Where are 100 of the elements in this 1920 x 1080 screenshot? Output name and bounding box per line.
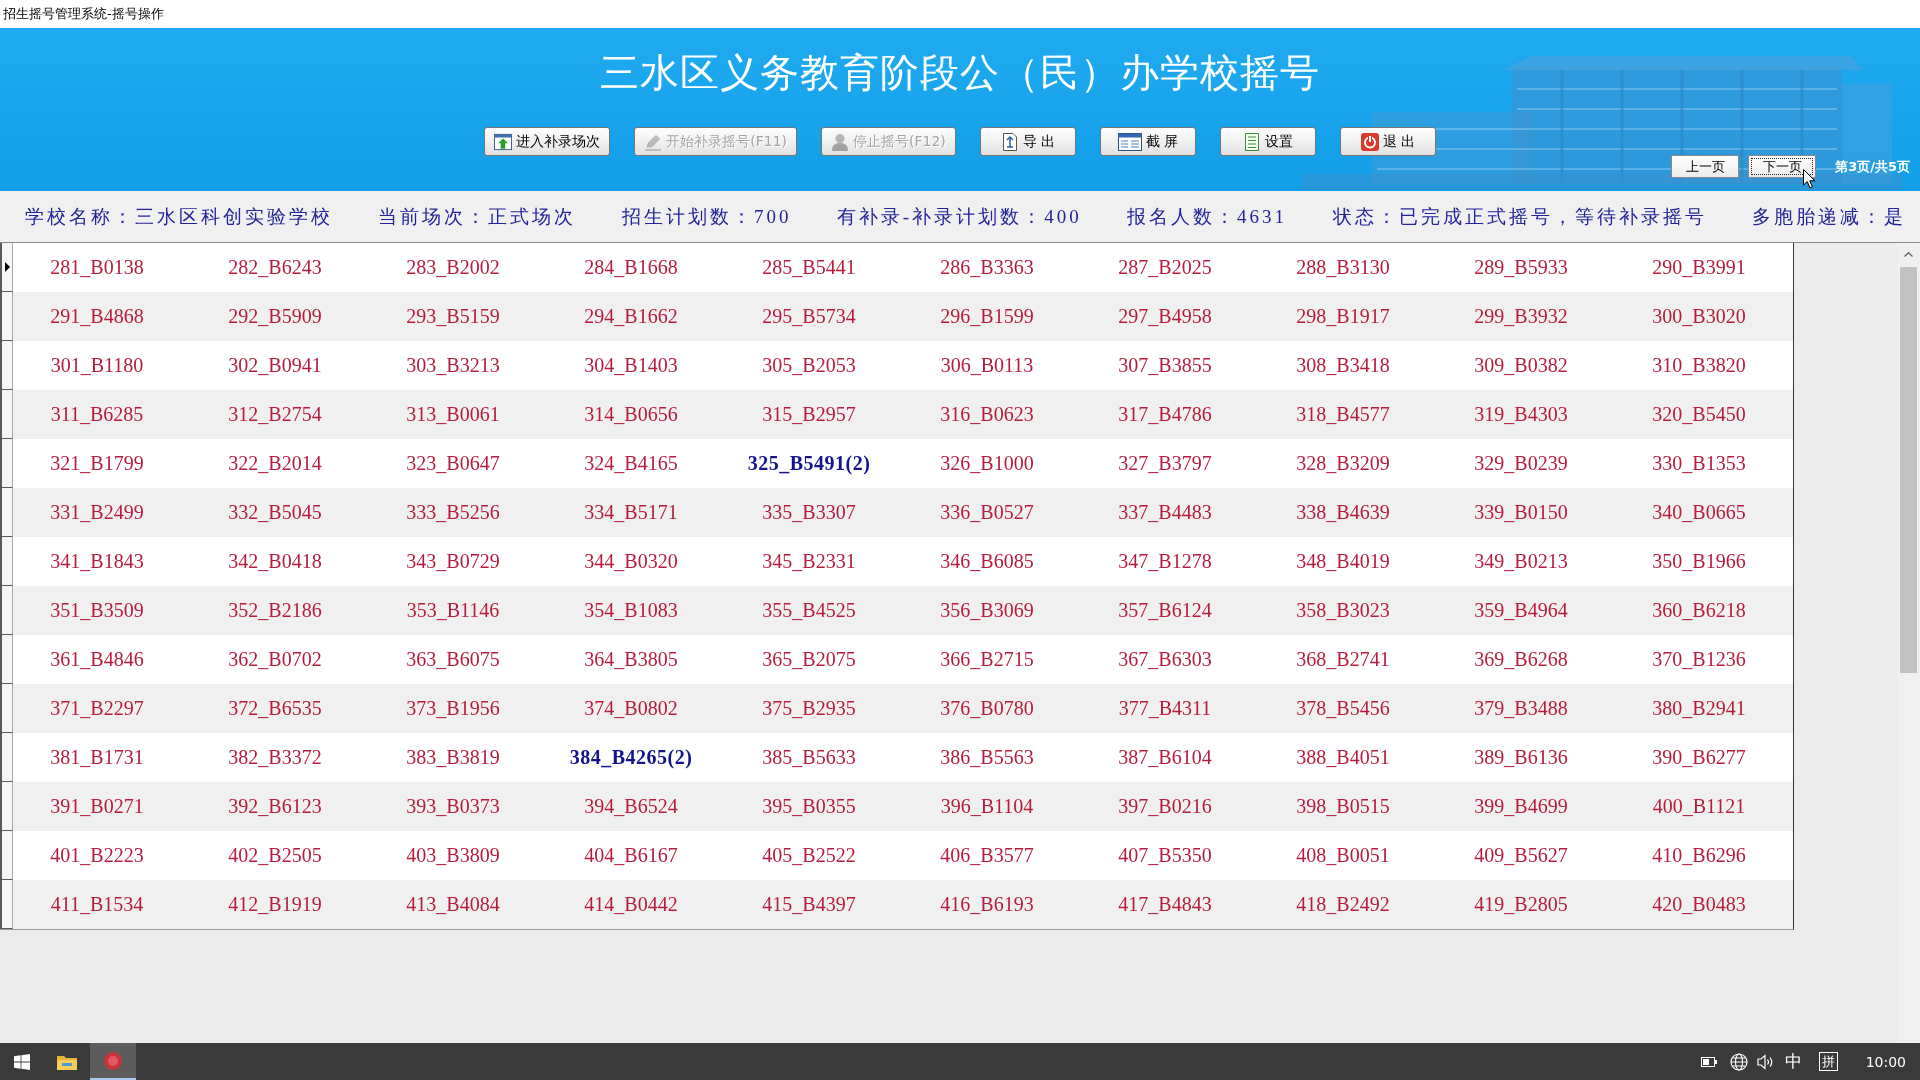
- lottery-number: 379_B3488: [1474, 697, 1568, 720]
- lottery-number: 362_B0702: [228, 648, 322, 671]
- row-header[interactable]: [0, 292, 13, 341]
- lottery-number: 320_B5450: [1652, 403, 1746, 426]
- export-button[interactable]: 导 出: [979, 127, 1076, 156]
- lottery-number: 364_B3805: [584, 648, 678, 671]
- lottery-number: 342_B0418: [228, 550, 322, 573]
- lottery-number: 302_B0941: [228, 354, 322, 377]
- row-header[interactable]: [0, 831, 13, 880]
- lottery-number: 402_B2505: [228, 844, 322, 867]
- lottery-number: 297_B4958: [1118, 305, 1212, 328]
- speaker-icon[interactable]: [1756, 1053, 1775, 1070]
- input-method-button[interactable]: 拼: [1818, 1052, 1838, 1071]
- row-header[interactable]: [0, 243, 13, 292]
- info-text: 报名人数：4631: [1127, 204, 1288, 229]
- lottery-number: 377_B4311: [1118, 697, 1212, 720]
- lottery-number: 385_B5633: [762, 746, 856, 769]
- lottery-number: 375_B2935: [762, 697, 856, 720]
- lottery-number: 345_B2331: [762, 550, 856, 573]
- lottery-number: 386_B5563: [940, 746, 1034, 769]
- lottery-number: 293_B5159: [406, 305, 500, 328]
- lottery-number: 286_B3363: [940, 256, 1034, 279]
- lottery-number: 295_B5734: [762, 305, 856, 328]
- lottery-number: 347_B1278: [1118, 550, 1212, 573]
- lottery-number: 314_B0656: [584, 403, 678, 426]
- lottery-number: 373_B1956: [406, 697, 500, 720]
- lottery-number: 407_B5350: [1118, 844, 1212, 867]
- lottery-number: 308_B3418: [1296, 354, 1390, 377]
- row-header[interactable]: [0, 586, 13, 635]
- lottery-number: 304_B1403: [584, 354, 678, 377]
- row-header[interactable]: [0, 537, 13, 586]
- lottery-number: 285_B5441: [762, 256, 856, 279]
- lottery-number: 292_B5909: [228, 305, 322, 328]
- lottery-number: 339_B0150: [1474, 501, 1568, 524]
- lottery-number: 307_B3855: [1118, 354, 1212, 377]
- lottery-number: 363_B6075: [406, 648, 500, 671]
- row-header[interactable]: [0, 390, 13, 439]
- clock-text[interactable]: 10:00: [1865, 1053, 1906, 1070]
- lottery-number: 387_B6104: [1118, 746, 1212, 769]
- lottery-number: 398_B0515: [1296, 795, 1390, 818]
- lottery-number: 332_B5045: [228, 501, 322, 524]
- lottery-number: 315_B2957: [762, 403, 856, 426]
- previous-page-button[interactable]: 上一页: [1671, 155, 1740, 178]
- lottery-number: 388_B4051: [1296, 746, 1390, 769]
- globe-icon[interactable]: [1729, 1052, 1748, 1071]
- row-header[interactable]: [0, 880, 13, 929]
- exit-button[interactable]: 退 出: [1339, 127, 1436, 156]
- round-app-icon: [104, 1051, 122, 1070]
- lottery-number: 390_B6277: [1652, 746, 1746, 769]
- lottery-number: 350_B1966: [1652, 550, 1746, 573]
- lottery-number: 412_B1919: [228, 893, 322, 916]
- lottery-number: 349_B0213: [1474, 550, 1568, 573]
- input-mode-indicator[interactable]: 中: [1784, 1050, 1802, 1073]
- enter-round-button[interactable]: 进入补录场次: [484, 127, 611, 156]
- lottery-number: 361_B4846: [50, 648, 144, 671]
- lottery-number: 310_B3820: [1652, 354, 1746, 377]
- lottery-number: 337_B4483: [1118, 501, 1212, 524]
- lottery-number: 346_B6085: [940, 550, 1034, 573]
- lottery-number: 370_B1236: [1652, 648, 1746, 671]
- row-header[interactable]: [0, 733, 13, 782]
- lottery-number: 323_B0647: [406, 452, 500, 475]
- next-page-button[interactable]: 下一页: [1748, 155, 1817, 178]
- lottery-number: 408_B0051: [1296, 844, 1390, 867]
- scrollbar-thumb[interactable]: [1900, 267, 1917, 673]
- battery-icon[interactable]: [1700, 1056, 1717, 1067]
- row-header[interactable]: [0, 635, 13, 684]
- lottery-number: 335_B3307: [762, 501, 856, 524]
- lottery-number: 319_B4303: [1474, 403, 1568, 426]
- info-text: 有补录-补录计划数：400: [836, 204, 1082, 229]
- vertical-scrollbar[interactable]: [1897, 243, 1920, 1043]
- lottery-number: 359_B4964: [1474, 599, 1568, 622]
- lottery-number: 283_B2002: [406, 256, 500, 279]
- row-header[interactable]: [0, 488, 13, 537]
- lottery-number: 303_B3213: [406, 354, 500, 377]
- lottery-number: 410_B6296: [1652, 844, 1746, 867]
- lottery-number: 291_B4868: [50, 305, 144, 328]
- lottery-number: 369_B6268: [1474, 648, 1568, 671]
- row-header[interactable]: [0, 684, 13, 733]
- lottery-number: 414_B0442: [584, 893, 678, 916]
- lottery-number: 341_B1843: [50, 550, 144, 573]
- lottery-number: 393_B0373: [406, 795, 500, 818]
- window-icon: [1117, 132, 1142, 151]
- lottery-number: 371_B2297: [50, 697, 144, 720]
- lottery-number: 394_B6524: [584, 795, 678, 818]
- row-header[interactable]: [0, 782, 13, 831]
- folder-icon: [57, 1053, 77, 1070]
- settings-button[interactable]: 设置: [1219, 127, 1316, 156]
- taskbar-app-button[interactable]: [90, 1043, 136, 1080]
- lottery-number: 416_B6193: [940, 893, 1034, 916]
- lottery-number: 290_B3991: [1652, 256, 1746, 279]
- lottery-number: 343_B0729: [406, 550, 500, 573]
- row-header[interactable]: [0, 341, 13, 390]
- row-header[interactable]: [0, 439, 13, 488]
- lottery-number: 344_B0320: [584, 550, 678, 573]
- lottery-number: 384_B4265(2): [569, 746, 693, 769]
- screenshot-button[interactable]: 截 屏: [1099, 127, 1196, 156]
- lottery-number: 400_B1121: [1652, 795, 1746, 818]
- lottery-number: 329_B0239: [1474, 452, 1568, 475]
- lottery-number: 374_B0802: [584, 697, 678, 720]
- lottery-number: 404_B6167: [584, 844, 678, 867]
